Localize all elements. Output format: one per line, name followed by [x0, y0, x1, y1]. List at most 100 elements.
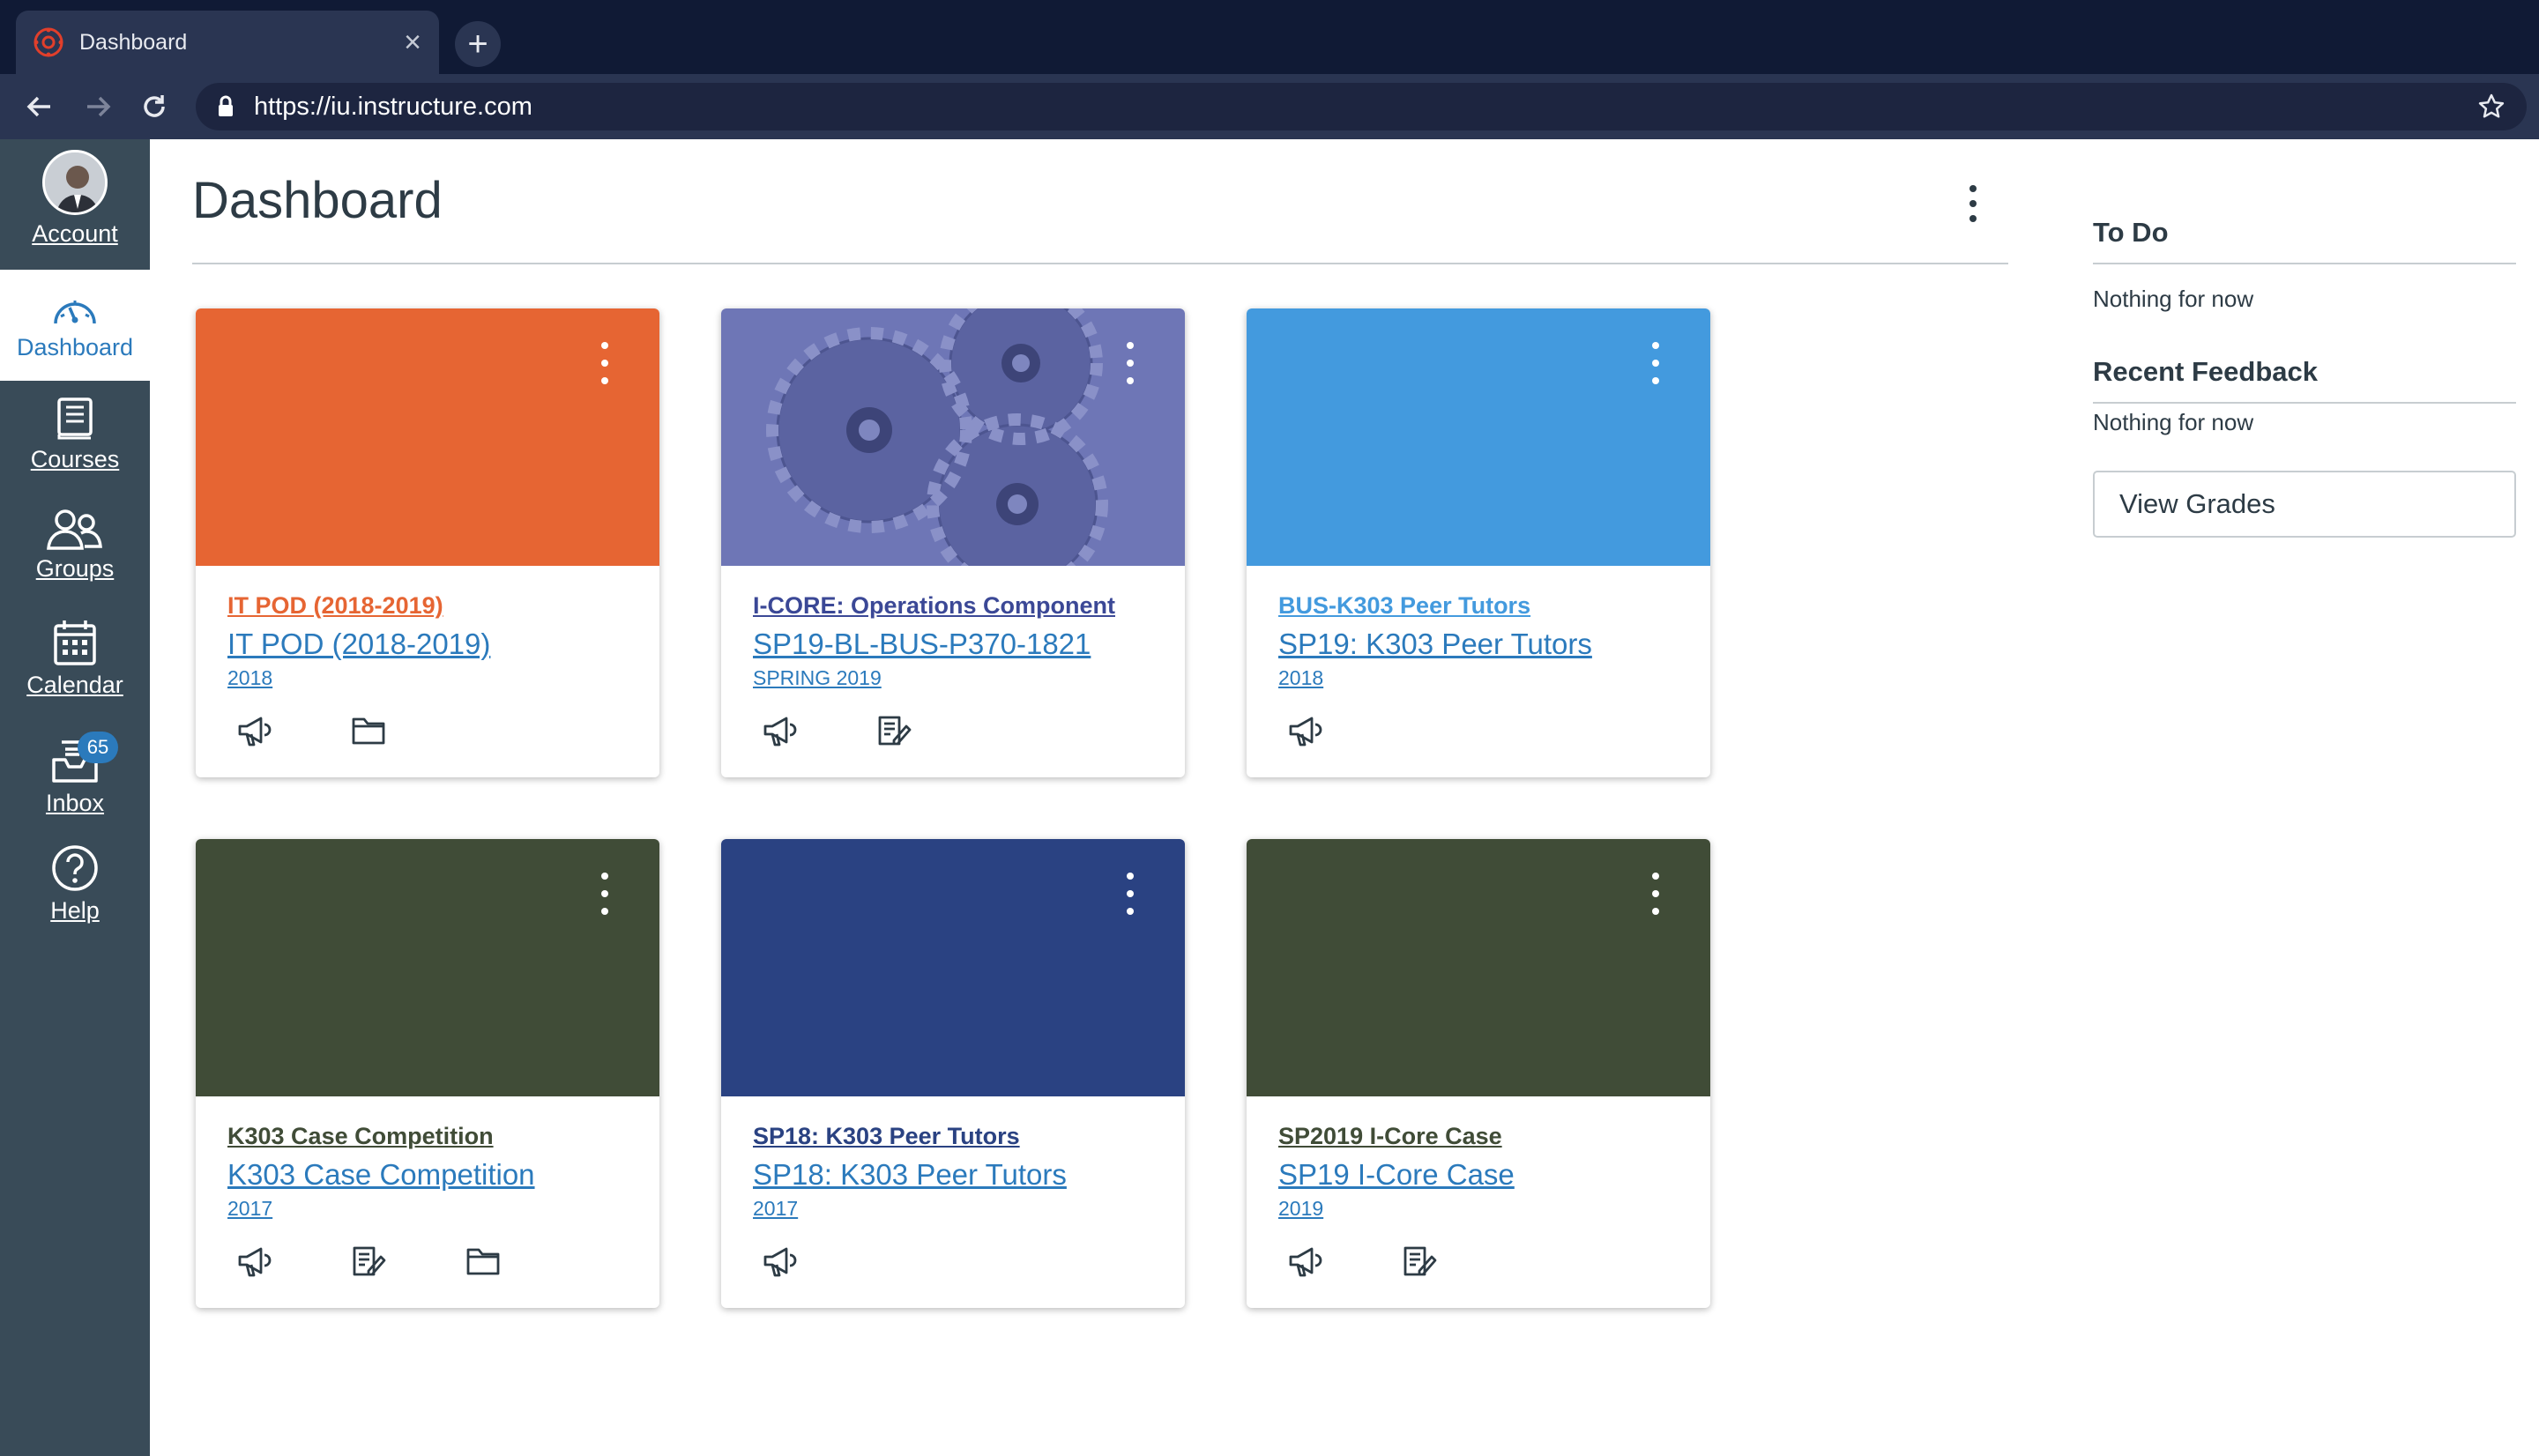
- nav-label-courses: Courses: [30, 446, 120, 472]
- nav-item-groups[interactable]: Groups: [0, 508, 150, 605]
- card-hero[interactable]: [1247, 839, 1710, 1096]
- card-title-link[interactable]: K303 Case Competition: [227, 1123, 494, 1150]
- card-action-icons: [1287, 709, 1402, 753]
- view-grades-button[interactable]: View Grades: [2093, 471, 2516, 538]
- card-hero-image[interactable]: [721, 308, 1185, 595]
- nav-item-calendar[interactable]: Calendar: [0, 619, 150, 721]
- card-title-link[interactable]: BUS-K303 Peer Tutors: [1278, 592, 1530, 620]
- url-text: https://iu.instructure.com: [254, 92, 532, 121]
- lock-icon: [219, 95, 233, 116]
- todo-divider: [2093, 263, 2516, 264]
- card-action-icons: [762, 1239, 876, 1283]
- card-title-link[interactable]: IT POD (2018-2019): [227, 592, 443, 620]
- files-icon[interactable]: [465, 1239, 580, 1283]
- tab-title: Dashboard: [79, 29, 188, 55]
- card-course-code-link[interactable]: SP19: K303 Peer Tutors: [1278, 628, 1592, 661]
- card-action-icons: [236, 709, 465, 753]
- card-action-icons: [762, 709, 991, 753]
- todo-heading: To Do: [2093, 217, 2169, 248]
- announcements-icon[interactable]: [1287, 709, 1402, 753]
- card-action-icons: [236, 1239, 580, 1283]
- browser-chrome: Dashboard × + https://iu.instructure.com: [0, 0, 2539, 139]
- announcements-icon[interactable]: [1287, 1239, 1402, 1283]
- card-term-link[interactable]: 2017: [753, 1197, 798, 1221]
- card-term-link[interactable]: 2018: [227, 666, 272, 690]
- forward-button[interactable]: [76, 85, 120, 129]
- todo-empty-text: Nothing for now: [2093, 286, 2254, 312]
- card-course-code-link[interactable]: K303 Case Competition: [227, 1158, 535, 1192]
- card-action-icons: [1287, 1239, 1516, 1283]
- nav-label-account: Account: [32, 220, 118, 247]
- arrow-left-icon: [26, 96, 50, 117]
- feedback-divider: [2093, 402, 2516, 404]
- recent-feedback-heading: Recent Feedback: [2093, 356, 2318, 387]
- canvas-logo-icon: [34, 27, 63, 57]
- course-card: K303 Case Competition K303 Case Competit…: [196, 839, 659, 1308]
- dashboard-gauge-icon: [54, 300, 96, 323]
- reload-icon: [144, 95, 165, 117]
- assignments-icon[interactable]: [351, 1239, 465, 1283]
- card-term-link[interactable]: SPRING 2019: [753, 666, 882, 690]
- bookmark-star-icon[interactable]: [2477, 93, 2505, 121]
- dashboard-options-menu[interactable]: [1955, 180, 1991, 227]
- course-card: IT POD (2018-2019) IT POD (2018-2019) 20…: [196, 308, 659, 777]
- announcements-icon[interactable]: [762, 1239, 876, 1283]
- card-course-code-link[interactable]: IT POD (2018-2019): [227, 628, 490, 661]
- nav-label-dashboard: Dashboard: [16, 333, 134, 360]
- new-tab-button[interactable]: +: [455, 21, 501, 67]
- card-term-link[interactable]: 2018: [1278, 666, 1323, 690]
- nav-label-help: Help: [50, 897, 100, 924]
- tab-close-icon[interactable]: ×: [404, 27, 421, 57]
- help-question-icon: [52, 845, 98, 891]
- title-divider: [192, 263, 2008, 264]
- card-course-code-link[interactable]: SP19 I-Core Case: [1278, 1158, 1515, 1192]
- card-options-menu[interactable]: [596, 342, 614, 384]
- assignments-icon[interactable]: [1402, 1239, 1516, 1283]
- files-icon[interactable]: [351, 709, 465, 753]
- arrow-right-icon: [87, 96, 111, 117]
- calendar-icon: [54, 620, 96, 665]
- card-course-code-link[interactable]: SP18: K303 Peer Tutors: [753, 1158, 1067, 1192]
- reload-button[interactable]: [132, 85, 176, 129]
- card-options-menu[interactable]: [1121, 873, 1139, 915]
- announcements-icon[interactable]: [762, 709, 876, 753]
- nav-item-account[interactable]: Account: [0, 150, 150, 264]
- course-card: SP2019 I-Core Case SP19 I-Core Case 2019: [1247, 839, 1710, 1308]
- global-nav: Account Dashboard Courses Groups Calenda…: [0, 139, 150, 1456]
- nav-label-groups: Groups: [35, 555, 115, 582]
- card-hero[interactable]: [196, 839, 659, 1096]
- card-title-link[interactable]: I-CORE: Operations Component: [753, 592, 1115, 620]
- nav-item-courses[interactable]: Courses: [0, 397, 150, 494]
- courses-book-icon: [57, 397, 93, 440]
- feedback-empty-text: Nothing for now: [2093, 409, 2254, 435]
- announcements-icon[interactable]: [236, 1239, 351, 1283]
- nav-label-inbox: Inbox: [45, 790, 105, 816]
- card-options-menu[interactable]: [1647, 873, 1664, 915]
- card-title-link[interactable]: SP2019 I-Core Case: [1278, 1123, 1502, 1150]
- announcements-icon[interactable]: [236, 709, 351, 753]
- browser-toolbar: https://iu.instructure.com: [0, 74, 2539, 139]
- card-course-code-link[interactable]: SP19-BL-BUS-P370-1821: [753, 628, 1091, 661]
- card-hero[interactable]: [196, 308, 659, 566]
- card-hero[interactable]: [1247, 308, 1710, 566]
- back-button[interactable]: [18, 85, 62, 129]
- course-card: SP18: K303 Peer Tutors SP18: K303 Peer T…: [721, 839, 1185, 1308]
- card-title-link[interactable]: SP18: K303 Peer Tutors: [753, 1123, 1020, 1150]
- nav-item-help[interactable]: Help: [0, 839, 150, 943]
- groups-people-icon: [47, 509, 102, 550]
- card-hero[interactable]: [721, 839, 1185, 1096]
- card-term-link[interactable]: 2019: [1278, 1197, 1323, 1221]
- nav-item-inbox[interactable]: 65 Inbox: [0, 730, 150, 837]
- card-options-menu[interactable]: [596, 873, 614, 915]
- course-card: BUS-K303 Peer Tutors SP19: K303 Peer Tut…: [1247, 308, 1710, 777]
- card-term-link[interactable]: 2017: [227, 1197, 272, 1221]
- card-options-menu[interactable]: [1121, 342, 1139, 384]
- course-card: I-CORE: Operations Component SP19-BL-BUS…: [721, 308, 1185, 777]
- assignments-icon[interactable]: [876, 709, 991, 753]
- card-options-menu[interactable]: [1647, 342, 1664, 384]
- avatar: [42, 150, 108, 215]
- nav-label-calendar: Calendar: [26, 672, 123, 698]
- browser-tab[interactable]: Dashboard ×: [16, 11, 439, 74]
- nav-item-dashboard[interactable]: Dashboard: [0, 270, 150, 381]
- address-bar[interactable]: https://iu.instructure.com: [196, 83, 2527, 130]
